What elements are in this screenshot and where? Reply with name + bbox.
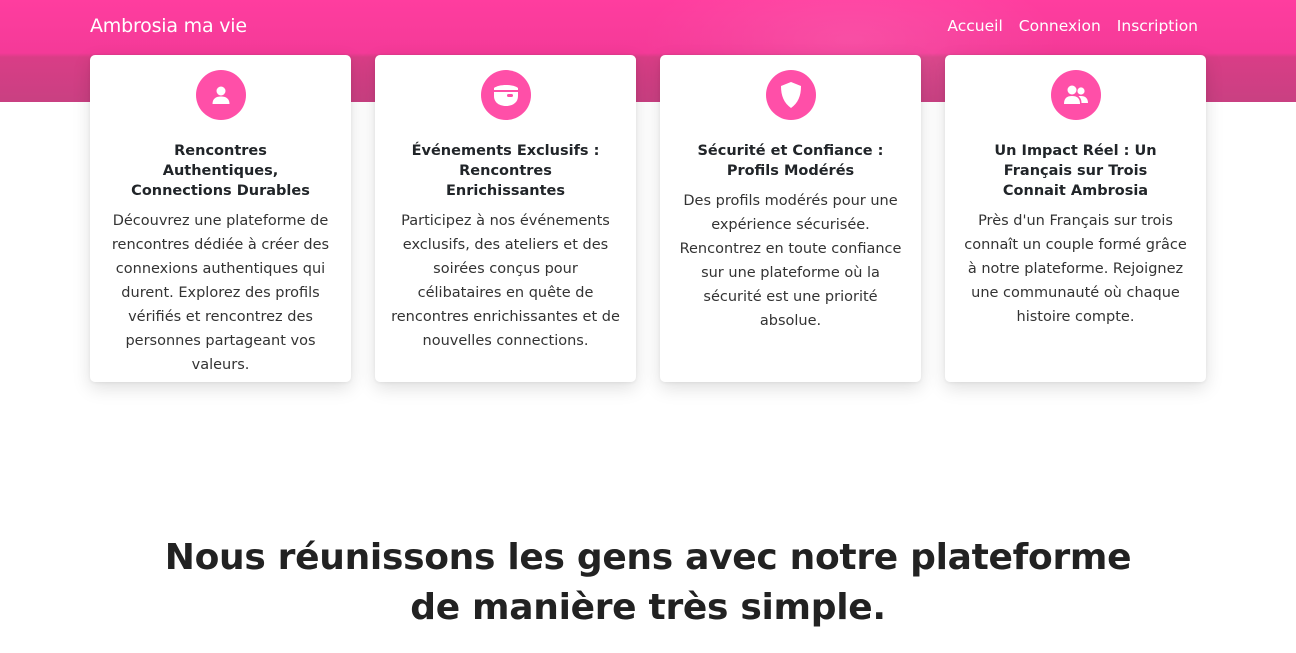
- nav-link-accueil[interactable]: Accueil: [947, 17, 1002, 35]
- feature-title: Sécurité et Confiance : Profils Modérés: [697, 143, 884, 179]
- feature-card-impact: Un Impact Réel : Un Français sur Trois C…: [945, 55, 1206, 382]
- section-headline: Nous réunissons les gens avec notre plat…: [164, 537, 1132, 628]
- feature-text: Près d'un Français sur trois connaît un …: [964, 213, 1187, 325]
- nav-links: Accueil Connexion Inscription: [947, 17, 1198, 35]
- feature-text: Participez à nos événements exclusifs, d…: [391, 213, 620, 349]
- brand-link[interactable]: Ambrosia ma vie: [90, 15, 247, 37]
- feature-card-security: Sécurité et Confiance : Profils Modérés …: [660, 55, 921, 382]
- user-icon: [195, 70, 246, 120]
- feature-cards: Rencontres Authentiques, Connections Dur…: [90, 55, 1206, 382]
- shield-icon: [765, 70, 816, 120]
- feature-text: Des profils modérés pour une expérience …: [679, 193, 902, 329]
- navbar: Ambrosia ma vie Accueil Connexion Inscri…: [0, 0, 1296, 54]
- feature-card-events: Événements Exclusifs : Rencontres Enrich…: [375, 55, 636, 382]
- mask-icon: [480, 70, 531, 120]
- feature-title: Rencontres Authentiques, Connections Dur…: [131, 143, 310, 199]
- nav-link-inscription[interactable]: Inscription: [1117, 17, 1198, 35]
- feature-title: Un Impact Réel : Un Français sur Trois C…: [994, 143, 1157, 199]
- feature-title: Événements Exclusifs : Rencontres Enrich…: [411, 143, 600, 199]
- users-icon: [1050, 70, 1101, 120]
- feature-card-authentic: Rencontres Authentiques, Connections Dur…: [90, 55, 351, 382]
- nav-link-connexion[interactable]: Connexion: [1019, 17, 1101, 35]
- feature-text: Découvrez une plateforme de rencontres d…: [111, 213, 330, 373]
